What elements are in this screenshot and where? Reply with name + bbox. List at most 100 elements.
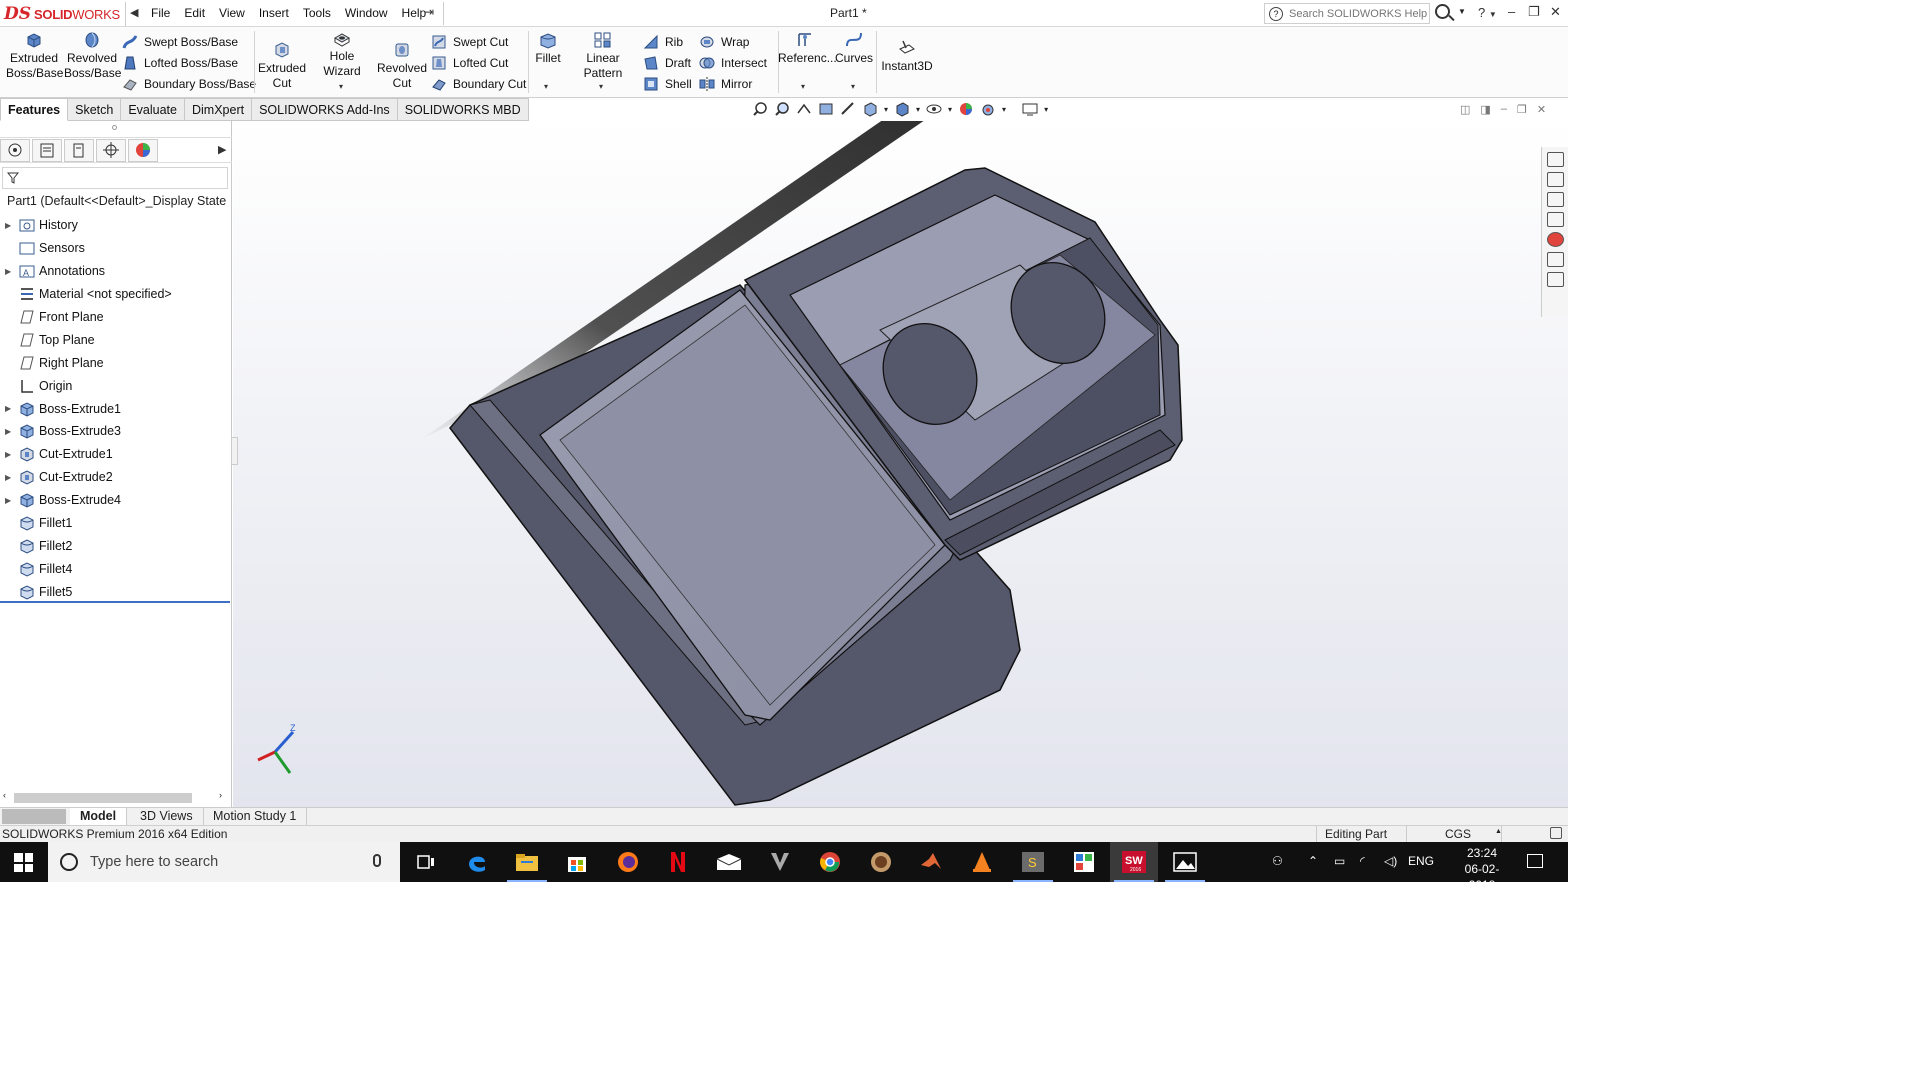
view-settings-dropdown-icon[interactable]: ▾ (1044, 105, 1048, 114)
expand-arrow-icon[interactable]: ▶ (5, 404, 13, 413)
pin-menu-icon[interactable]: ⇥ (424, 5, 434, 19)
apply-scene-dropdown-icon[interactable]: ▾ (1002, 105, 1006, 114)
extruded-cut-button[interactable]: Extruded Cut (256, 27, 308, 91)
tree-item-history[interactable]: ▶ History (0, 214, 232, 237)
close-window-icon[interactable]: ✕ (1550, 4, 1561, 20)
restore-window-icon[interactable]: ❐ (1528, 4, 1540, 20)
dynamic-annotation-icon[interactable] (840, 101, 856, 117)
solidworks-resources-icon[interactable] (1547, 152, 1564, 167)
panel-grip[interactable] (112, 125, 117, 130)
property-manager-tab[interactable] (32, 139, 62, 162)
solidworks-logo[interactable]: DS SOLIDWORKS (4, 2, 126, 26)
store-icon[interactable] (553, 842, 601, 882)
boundary-cut-button[interactable]: Boundary Cut (431, 74, 526, 94)
tab-solidworks-mbd[interactable]: SOLIDWORKS MBD (397, 98, 529, 121)
draft-button[interactable]: Draft (643, 53, 691, 73)
input-language[interactable]: ENG (1408, 854, 1434, 868)
forum-icon[interactable] (1547, 272, 1564, 287)
display-style-icon[interactable] (894, 101, 910, 117)
viewport-restore-icon[interactable]: ❐ (1517, 103, 1527, 116)
scrollbar-thumb[interactable] (14, 793, 192, 803)
tree-root-part[interactable]: Part1 (Default<<Default>_Display State 1… (3, 194, 229, 208)
tree-item-fillet1[interactable]: Fillet1 (0, 512, 232, 535)
people-icon[interactable]: ⚇ (1272, 854, 1283, 868)
tree-item-cut-extrude2[interactable]: ▶ Cut-Extrude2 (0, 466, 232, 489)
tree-filter-input[interactable] (2, 167, 228, 189)
rib-button[interactable]: Rib (643, 32, 683, 52)
menu-collapse-icon[interactable]: ◀ (130, 6, 138, 19)
help-button[interactable]: ? ▼ (1478, 5, 1497, 20)
tree-item-fillet5[interactable]: Fillet5 (0, 580, 232, 603)
tab-features[interactable]: Features (0, 98, 69, 121)
tab-solidworks-addins[interactable]: SOLIDWORKS Add-Ins (252, 98, 398, 121)
wrap-button[interactable]: Wrap (699, 32, 749, 52)
tree-item-origin[interactable]: Origin (0, 374, 232, 397)
expand-arrow-icon[interactable]: ▶ (5, 450, 13, 459)
graphics-area[interactable]: Z (233, 121, 1568, 807)
file-explorer-icon[interactable] (1547, 192, 1564, 207)
firefox-icon[interactable] (604, 842, 652, 882)
chrome-icon[interactable] (806, 842, 854, 882)
rollback-bar[interactable] (0, 601, 230, 603)
wifi-icon[interactable]: ◜ (1360, 854, 1365, 868)
tab-sketch[interactable]: Sketch (68, 98, 122, 121)
viewport-split-right-icon[interactable]: ◨ (1480, 103, 1490, 116)
zoom-to-area-icon[interactable] (774, 101, 790, 117)
scroll-left-icon[interactable]: ‹ (3, 790, 6, 800)
solidworks-taskbar-icon[interactable]: SW 2016 (1110, 842, 1158, 882)
battery-icon[interactable]: ▭ (1334, 854, 1345, 868)
tree-item-fillet2[interactable]: Fillet2 (0, 534, 232, 557)
minimize-window-icon[interactable]: – (1508, 4, 1515, 19)
tree-item-annotations[interactable]: ▶ A Annotations (0, 260, 232, 283)
menu-edit[interactable]: Edit (177, 6, 212, 20)
help-search-input[interactable] (1289, 7, 1429, 20)
view-triad[interactable]: Z (257, 723, 296, 774)
lofted-cut-button[interactable]: Lofted Cut (431, 53, 508, 73)
tab-dimxpert[interactable]: DimXpert (184, 98, 253, 121)
custom-properties-icon[interactable] (1547, 252, 1564, 267)
menu-tools[interactable]: Tools (296, 6, 338, 20)
chevron-right-icon[interactable]: ▶ (218, 143, 226, 156)
hole-wizard-dropdown-icon[interactable]: ▾ (339, 82, 343, 91)
menu-file[interactable]: File (144, 6, 177, 20)
predator-app-icon[interactable] (756, 842, 804, 882)
task-view-icon[interactable] (402, 842, 450, 882)
configuration-manager-tab[interactable] (64, 139, 94, 162)
tree-item-fillet4[interactable]: Fillet4 (0, 557, 232, 580)
tree-item-material-not-specified[interactable]: Material <not specified> (0, 283, 232, 306)
app-s-icon[interactable]: S (1009, 842, 1057, 882)
tree-item-boss-extrude4[interactable]: ▶ Boss-Extrude4 (0, 489, 232, 512)
apply-scene-icon[interactable] (980, 101, 996, 117)
swept-cut-button[interactable]: Swept Cut (431, 32, 508, 52)
expand-arrow-icon[interactable]: ▶ (5, 221, 13, 230)
panel-horizontal-scrollbar[interactable]: ‹ › (0, 789, 230, 805)
tree-item-boss-extrude1[interactable]: ▶ Boss-Extrude1 (0, 397, 232, 420)
menu-view[interactable]: View (212, 6, 252, 20)
netflix-icon[interactable] (654, 842, 702, 882)
feature-manager-tab[interactable] (0, 139, 30, 162)
display-manager-tab[interactable] (128, 139, 158, 162)
reference-dropdown-icon[interactable]: ▾ (801, 82, 805, 91)
tab-3d-views[interactable]: 3D Views (130, 808, 204, 826)
dimxpert-manager-tab[interactable] (96, 139, 126, 162)
tree-item-sensors[interactable]: Sensors (0, 237, 232, 260)
instant3d-button[interactable]: Instant3D (880, 27, 934, 74)
tab-evaluate[interactable]: Evaluate (121, 98, 185, 121)
vlc-icon[interactable] (958, 842, 1006, 882)
app-taskbar-icon[interactable] (857, 842, 905, 882)
view-settings-icon[interactable] (1022, 101, 1038, 117)
tree-item-right-plane[interactable]: Right Plane (0, 351, 232, 374)
viewport-split-icon[interactable]: ◫ (1460, 103, 1470, 116)
boundary-boss-button[interactable]: Boundary Boss/Base (122, 74, 256, 94)
revolved-cut-button[interactable]: Revolved Cut (376, 27, 428, 91)
revolved-boss-button[interactable]: Revolved Boss/Base (64, 27, 121, 81)
fillet-dropdown-icon[interactable]: ▾ (544, 82, 548, 91)
expand-arrow-icon[interactable]: ▶ (5, 496, 13, 505)
tab-model[interactable]: Model (70, 808, 128, 826)
quick-tips-icon[interactable] (1550, 827, 1562, 839)
swept-boss-button[interactable]: Swept Boss/Base (122, 32, 238, 52)
previous-view-icon[interactable] (796, 101, 812, 117)
hide-show-dropdown-icon[interactable]: ▾ (948, 105, 952, 114)
edge-browser-icon[interactable] (453, 842, 501, 882)
taskbar-clock[interactable]: 23:24 06-02-2018 (1452, 845, 1512, 893)
